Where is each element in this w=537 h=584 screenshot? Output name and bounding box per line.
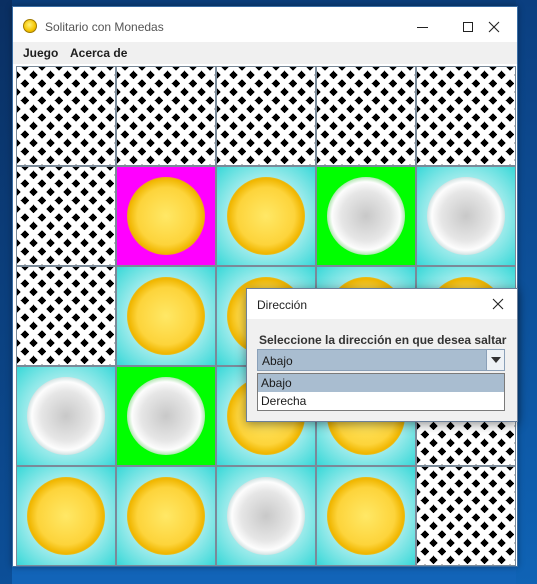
board-cell[interactable] [117, 167, 215, 265]
gold-coin-icon[interactable] [127, 177, 205, 255]
chevron-down-icon [490, 357, 501, 363]
board-cell[interactable] [117, 367, 215, 465]
board-cell[interactable] [317, 167, 415, 265]
board-cell-blocked [17, 67, 115, 165]
dropdown-option-derecha[interactable]: Derecha [258, 392, 504, 410]
dropdown-option-abajo[interactable]: Abajo [258, 374, 504, 392]
board-cell-blocked [17, 167, 115, 265]
window-title: Solitario con Monedas [45, 20, 164, 34]
board-cell-blocked [117, 67, 215, 165]
title-bar[interactable]: Solitario con Monedas [13, 7, 517, 39]
gold-coin-icon[interactable] [227, 177, 305, 255]
board-cell[interactable] [317, 467, 415, 565]
silver-coin-icon[interactable] [27, 377, 105, 455]
coin-app-icon [23, 19, 37, 33]
direction-prompt: Seleccione la dirección en que desea sal… [259, 333, 507, 347]
minimize-button[interactable] [399, 13, 445, 41]
direction-combobox[interactable]: Abajo [257, 349, 505, 371]
close-icon [488, 21, 500, 33]
board-cell-blocked [317, 67, 415, 165]
close-button[interactable] [471, 13, 517, 41]
board-cell-blocked [417, 467, 515, 565]
dialog-close-button[interactable] [489, 295, 507, 313]
close-icon [492, 298, 504, 310]
silver-coin-icon[interactable] [227, 477, 305, 555]
dialog-title: Dirección [257, 298, 308, 312]
board-cell-blocked [217, 67, 315, 165]
gold-coin-icon[interactable] [327, 477, 405, 555]
board-cell[interactable] [117, 467, 215, 565]
board-cell[interactable] [217, 167, 315, 265]
board-cell[interactable] [217, 467, 315, 565]
menu-juego[interactable]: Juego [23, 46, 58, 60]
board-cell[interactable] [17, 367, 115, 465]
board-cell[interactable] [117, 267, 215, 365]
desktop-background-left [0, 0, 12, 584]
silver-coin-icon[interactable] [127, 377, 205, 455]
silver-coin-icon[interactable] [327, 177, 405, 255]
board-cell[interactable] [417, 167, 515, 265]
direction-dropdown-list: Abajo Derecha [257, 373, 505, 411]
board-cell-blocked [417, 67, 515, 165]
desktop-background-right [516, 0, 537, 584]
direction-dialog: Dirección Seleccione la dirección en que… [246, 288, 518, 422]
menu-bar: Juego Acerca de [13, 42, 517, 64]
dialog-title-bar[interactable]: Dirección [247, 289, 517, 319]
app-window: Solitario con Monedas Juego Acerca de [12, 6, 518, 567]
minimize-icon [416, 26, 428, 28]
gold-coin-icon[interactable] [127, 277, 205, 355]
gold-coin-icon[interactable] [127, 477, 205, 555]
combobox-arrow-button[interactable] [486, 350, 504, 370]
combobox-selected-value: Abajo [262, 354, 293, 368]
gold-coin-icon[interactable] [27, 477, 105, 555]
menu-acerca-de[interactable]: Acerca de [70, 46, 127, 60]
board-cell[interactable] [17, 467, 115, 565]
board-cell-blocked [17, 267, 115, 365]
silver-coin-icon[interactable] [427, 177, 505, 255]
